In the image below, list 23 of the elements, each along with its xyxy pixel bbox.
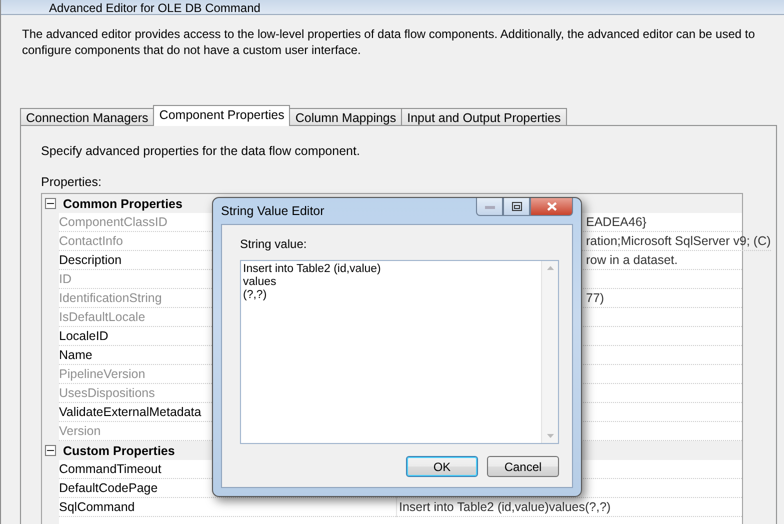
maximize-icon [512,202,522,211]
category-name: Custom Properties [63,444,175,458]
dialog-title: String Value Editor [221,204,324,218]
properties-label: Properties: [41,174,102,190]
tab[interactable]: Input and Output Properties [401,108,567,126]
category-name: Common Properties [63,196,182,210]
cancel-button[interactable]: Cancel [487,456,559,477]
string-value-label: String value: [240,237,308,251]
close-button[interactable] [530,198,573,216]
intro-text: The advanced editor provides access to the low-level properties of data flow components. Additionally, the advanced editor can be used to configure components that do not have a custom user interface. [22,26,756,58]
close-icon [546,202,556,211]
tab[interactable]: Column Mappings [289,108,402,126]
tab[interactable]: Connection Managers [20,108,154,126]
tab[interactable]: Component Properties [153,105,290,126]
ok-button[interactable]: OK [406,456,478,477]
property-name[interactable]: SqlCommand [59,498,396,517]
hint-text: Specify advanced properties for the data flow component. [41,143,361,159]
maximize-button[interactable] [503,198,530,216]
property-value[interactable]: Insert into Table2 (id,value)values(?,?) [396,498,742,517]
minimize-icon [484,204,494,208]
window-title: Advanced Editor for OLE DB Command [49,2,260,14]
collapse-icon[interactable] [45,198,56,209]
collapse-icon[interactable] [45,445,56,456]
